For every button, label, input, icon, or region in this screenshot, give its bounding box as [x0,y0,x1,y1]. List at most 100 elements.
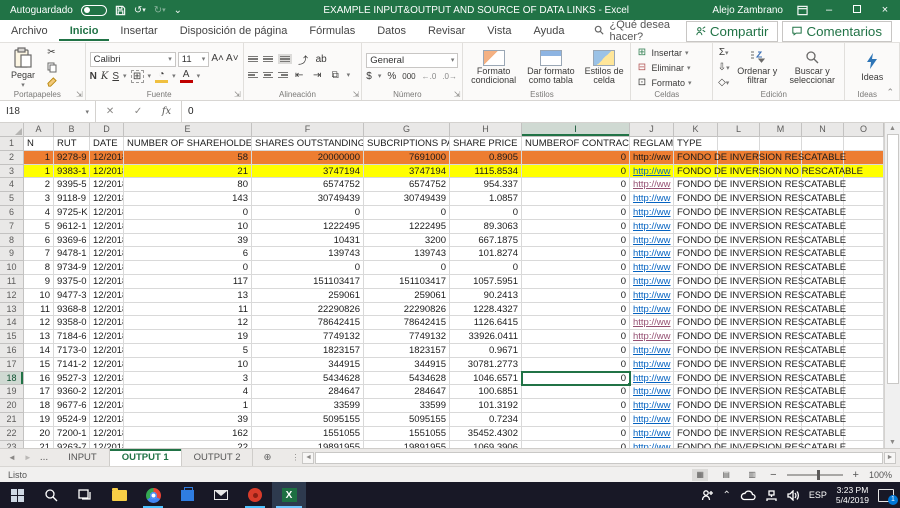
cell-J19[interactable]: http://ww [630,385,674,399]
shrink-font-icon[interactable]: A˅ [226,52,239,65]
cell-F21[interactable]: 5095155 [252,413,364,427]
cell-F11[interactable]: 151103417 [252,275,364,289]
menu-tab-insertar[interactable]: Insertar [109,21,168,41]
cell-B17[interactable]: 7141-2 [54,358,90,372]
cell-B4[interactable]: 9395-5 [54,178,90,192]
row-header-20[interactable]: 20 [0,399,24,413]
cell-G12[interactable]: 259061 [364,289,450,303]
cell-F5[interactable]: 30749439 [252,192,364,206]
cell-G5[interactable]: 30749439 [364,192,450,206]
collapse-ribbon-icon[interactable]: ⌃ [886,87,894,98]
cell-H8[interactable]: 667.1875 [450,234,522,248]
cell-D2[interactable]: 12/2018 [90,151,124,165]
minimize-button[interactable]: – [822,0,836,20]
undo-icon[interactable]: ↺▾ [134,5,146,16]
cell-A18[interactable]: 16 [24,372,54,386]
cell-I7[interactable]: 0 [522,220,630,234]
column-header-D[interactable]: D [90,123,124,137]
cell-J7[interactable]: http://ww [630,220,674,234]
cell-K12[interactable]: FONDO DE INVERSION RESCATABLE [674,289,718,303]
decrease-decimal-icon[interactable]: .0→ [442,72,457,81]
cell-A23[interactable]: 21 [24,441,54,448]
cell-E11[interactable]: 117 [124,275,252,289]
cell-D10[interactable]: 12/2018 [90,261,124,275]
horizontal-scroll-thumb[interactable] [315,452,883,464]
cell-F20[interactable]: 33599 [252,399,364,413]
ideas-button[interactable]: Ideas [853,53,891,82]
font-dialog-launcher[interactable]: ⇲ [234,90,241,99]
taskbar-search-button[interactable] [34,482,68,508]
row-header-22[interactable]: 22 [0,427,24,441]
cell-J4[interactable]: http://ww [630,178,674,192]
column-header-G[interactable]: G [364,123,450,137]
cell-H20[interactable]: 101.3192 [450,399,522,413]
cell-J8[interactable]: http://ww [630,234,674,248]
conditional-formatting-button[interactable]: Formato condicional [467,50,519,85]
insert-function-icon[interactable]: fx [162,106,171,117]
cell-H18[interactable]: 1046.6571 [450,372,522,386]
cell-A20[interactable]: 18 [24,399,54,413]
cell-G22[interactable]: 1551055 [364,427,450,441]
hyperlink[interactable]: http://ww [633,400,671,411]
cell-E15[interactable]: 19 [124,330,252,344]
cell-O12[interactable] [844,289,884,303]
excel-taskbar-button[interactable]: X [272,482,306,508]
cell-B18[interactable]: 9527-3 [54,372,90,386]
row-header-16[interactable]: 16 [0,344,24,358]
cell-O4[interactable] [844,178,884,192]
cell-I6[interactable]: 0 [522,206,630,220]
cell-A13[interactable]: 11 [24,303,54,317]
cell-D17[interactable]: 12/2018 [90,358,124,372]
cell-O20[interactable] [844,399,884,413]
menu-tab-disposici-n-de-p-gina[interactable]: Disposición de página [169,21,299,41]
cut-icon[interactable]: ✂ [45,46,58,59]
cell-G4[interactable]: 6574752 [364,178,450,192]
column-header-O[interactable]: O [844,123,884,137]
vertical-scroll-thumb[interactable] [887,134,899,384]
cell-A19[interactable]: 17 [24,385,54,399]
cell-F18[interactable]: 5434628 [252,372,364,386]
italic-button[interactable]: K [101,71,108,82]
percent-icon[interactable]: % [387,71,396,82]
cell-J6[interactable]: http://ww [630,206,674,220]
customize-toolbar-icon[interactable]: ⌄ [174,5,182,16]
cell-B6[interactable]: 9725-K [54,206,90,220]
cell-J2[interactable]: http://ww [630,151,674,165]
hyperlink[interactable]: http://ww [633,248,671,259]
cell-G7[interactable]: 1222495 [364,220,450,234]
cell-J3[interactable]: http://ww [630,165,674,179]
cell-styles-button[interactable]: Estilos de celda [582,50,627,85]
cell-A4[interactable]: 2 [24,178,54,192]
cell-J14[interactable]: http://ww [630,316,674,330]
zoom-in-icon[interactable]: + [853,469,859,481]
cell-B2[interactable]: 9278-9 [54,151,90,165]
cell-B13[interactable]: 9368-8 [54,303,90,317]
cell-G18[interactable]: 5434628 [364,372,450,386]
insert-cells-button[interactable]: ⊞Insertar▾ [635,46,688,59]
align-right-icon[interactable] [278,72,288,79]
cell-G3[interactable]: 3747194 [364,165,450,179]
column-header-K[interactable]: K [674,123,718,137]
cell-A16[interactable]: 14 [24,344,54,358]
clipboard-dialog-launcher[interactable]: ⇲ [76,90,83,99]
share-button[interactable]: Compartir [686,21,779,42]
cell-D22[interactable]: 12/2018 [90,427,124,441]
cell-B21[interactable]: 9524-9 [54,413,90,427]
cell-A1[interactable]: N [24,137,54,151]
cell-K7[interactable]: FONDO DE INVERSION RESCATABLE [674,220,718,234]
cell-F23[interactable]: 19891955 [252,441,364,448]
cell-E4[interactable]: 80 [124,178,252,192]
cell-B12[interactable]: 9477-3 [54,289,90,303]
font-name-combo[interactable]: Calibri▾ [90,52,176,67]
page-layout-view-icon[interactable]: ▤ [718,469,734,481]
cell-E17[interactable]: 10 [124,358,252,372]
cell-D14[interactable]: 12/2018 [90,316,124,330]
cell-A2[interactable]: 1 [24,151,54,165]
scroll-right-icon[interactable]: ► [884,452,896,464]
cell-D23[interactable]: 12/2018 [90,441,124,448]
increase-decimal-icon[interactable]: ←.0 [422,72,437,81]
sort-filter-button[interactable]: Ordenar y filtrar [733,50,781,85]
cell-E21[interactable]: 39 [124,413,252,427]
cell-A10[interactable]: 8 [24,261,54,275]
cell-H5[interactable]: 1.0857 [450,192,522,206]
